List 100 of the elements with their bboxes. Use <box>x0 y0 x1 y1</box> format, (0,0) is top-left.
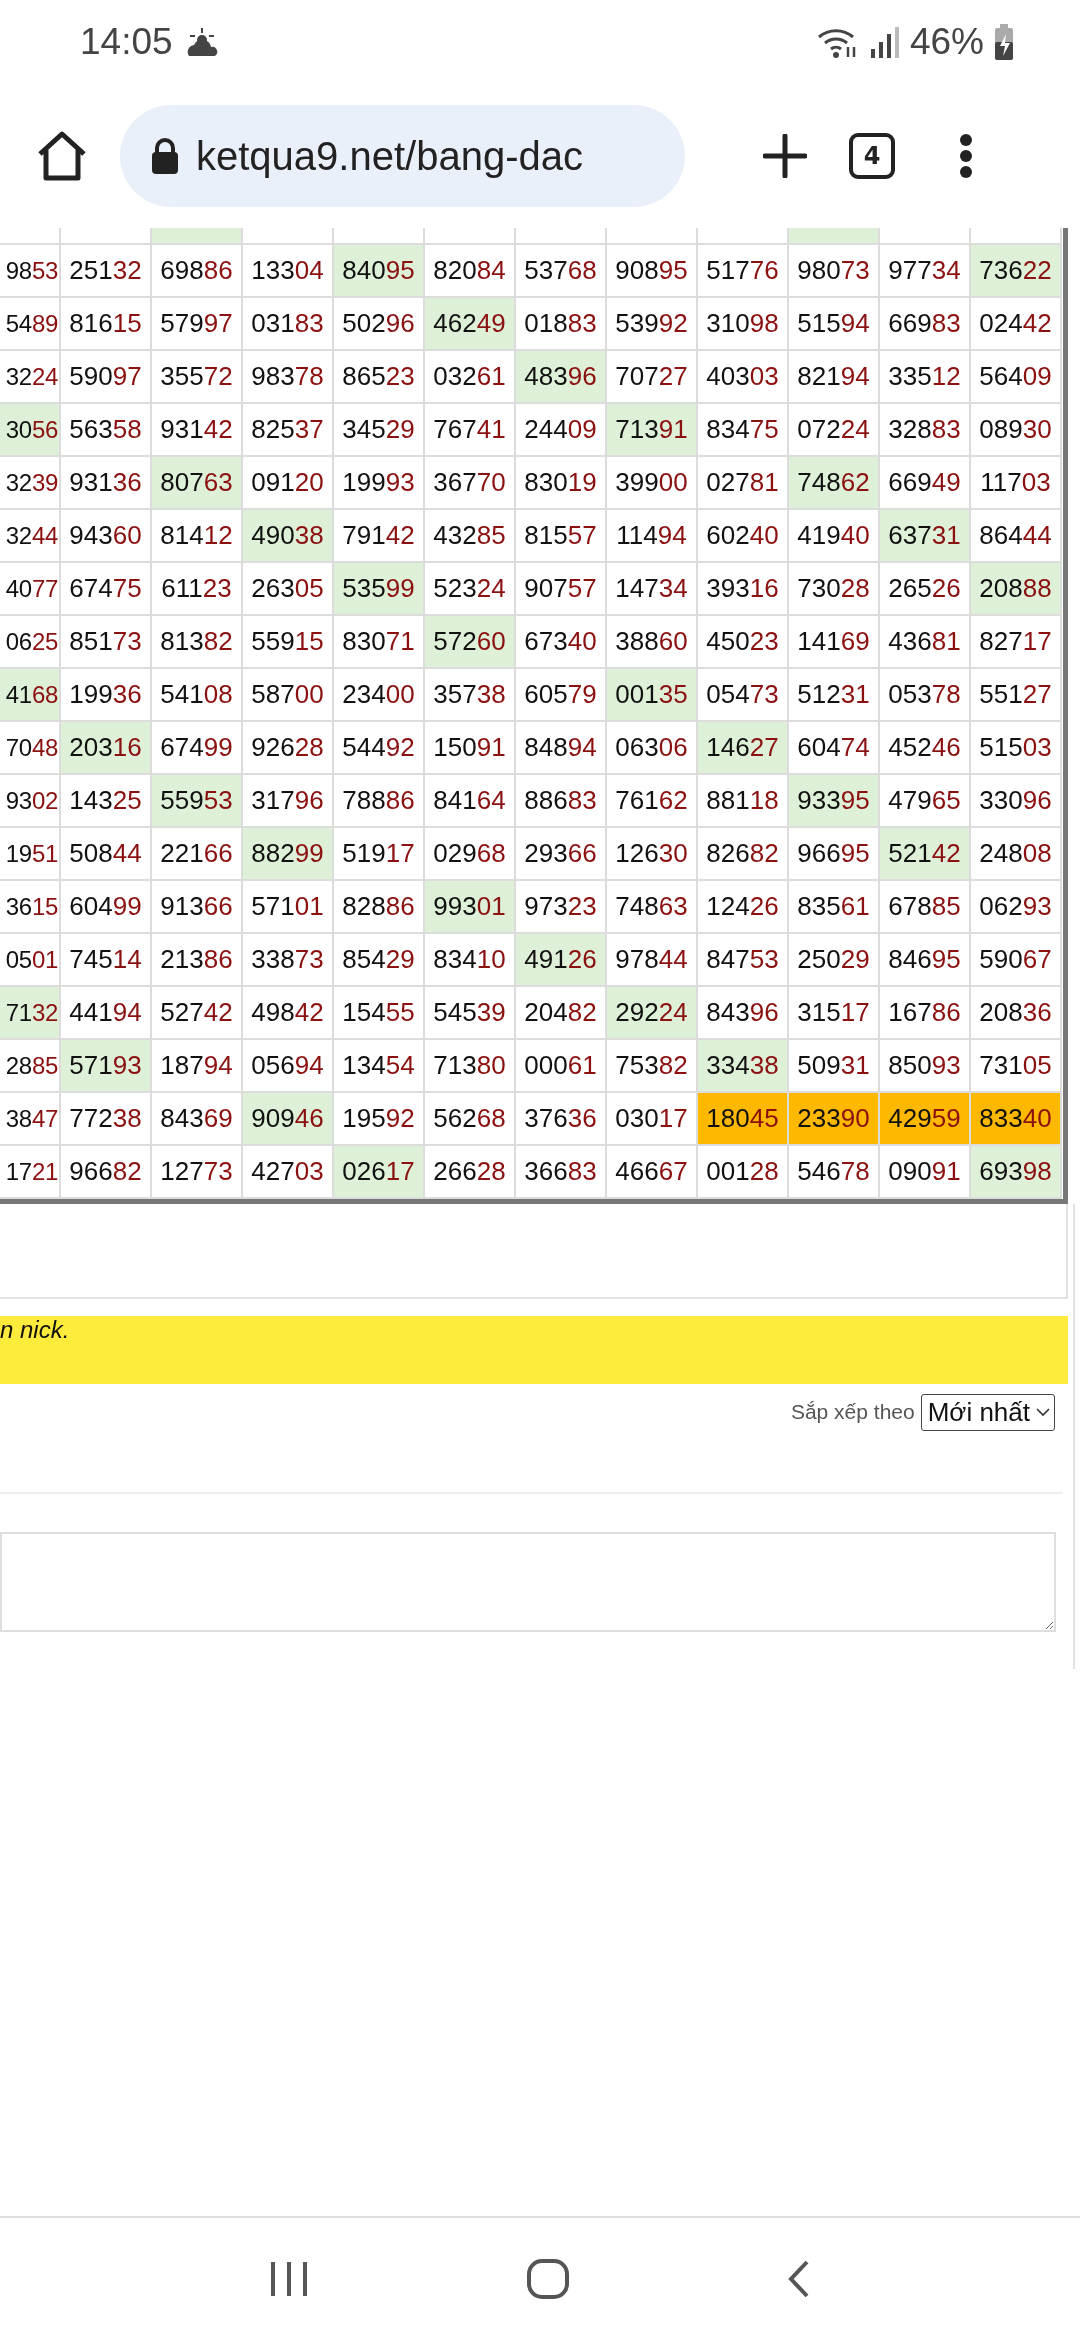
table-cell: 97734 <box>880 245 971 298</box>
table-cell: 32883 <box>880 404 971 457</box>
table-cell: 11703 <box>971 457 1062 510</box>
battery-charging-icon <box>994 24 1014 60</box>
table-cell: 82682 <box>698 828 789 881</box>
table-cell: 55953 <box>152 775 243 828</box>
table-cell: 67340 <box>516 616 607 669</box>
table-cell: 02442 <box>971 298 1062 351</box>
menu-button[interactable] <box>959 133 973 179</box>
table-cell: 56268 <box>425 1093 516 1146</box>
table-cell: 60579 <box>516 669 607 722</box>
table-cell: 50296 <box>334 298 425 351</box>
table-cell: 36683 <box>516 1146 607 1199</box>
table-cell: 15091 <box>425 722 516 775</box>
table-cell: 67885 <box>880 881 971 934</box>
table-cell: 05378 <box>880 669 971 722</box>
table-cell: 03261 <box>425 351 516 404</box>
table-cell: 4077 <box>0 563 61 616</box>
table-cell: 56358 <box>61 404 152 457</box>
table-cell: 39900 <box>607 457 698 510</box>
table-cell: 98073 <box>789 245 880 298</box>
table-cell: 3847 <box>0 1093 61 1146</box>
sort-dropdown[interactable]: Mới nhất <box>920 1393 1055 1431</box>
table-cell: 83019 <box>516 457 607 510</box>
table-cell: 46667 <box>607 1146 698 1199</box>
table-cell: 20888 <box>971 563 1062 616</box>
home-nav-button[interactable] <box>526 2258 570 2300</box>
table-cell: 67475 <box>61 563 152 616</box>
table-cell: 1721 <box>0 1146 61 1199</box>
table-cell: 07224 <box>789 404 880 457</box>
table-cell: 09120 <box>243 457 334 510</box>
plus-icon <box>763 134 807 178</box>
table-cell: 26305 <box>243 563 334 616</box>
table-cell: 00135 <box>607 669 698 722</box>
table-cell: 92628 <box>243 722 334 775</box>
table-cell: 20316 <box>61 722 152 775</box>
table-cell: 00128 <box>698 1146 789 1199</box>
table-cell: 5489 <box>0 298 61 351</box>
table-cell: 53599 <box>334 563 425 616</box>
table-cell: 24808 <box>971 828 1062 881</box>
table-cell: 12426 <box>698 881 789 934</box>
table-cell: 35572 <box>152 351 243 404</box>
signal-icon <box>869 25 900 59</box>
new-tab-button[interactable] <box>763 134 807 178</box>
table-cell: 73622 <box>971 245 1062 298</box>
table-cell: 02968 <box>425 828 516 881</box>
table-cell: 88683 <box>516 775 607 828</box>
table-cell: 36770 <box>425 457 516 510</box>
table-cell: 38860 <box>607 616 698 669</box>
table-cell: 11494 <box>607 510 698 563</box>
table-cell: 74862 <box>789 457 880 510</box>
table-cell: 83561 <box>789 881 880 934</box>
table-cell: 67499 <box>152 722 243 775</box>
table-cell: 9302 <box>0 775 61 828</box>
table-cell: 57260 <box>425 616 516 669</box>
table-cell: 3615 <box>0 881 61 934</box>
table-cell: 31796 <box>243 775 334 828</box>
table-cell: 33512 <box>880 351 971 404</box>
table-cell: 52324 <box>425 563 516 616</box>
table-cell: 85093 <box>880 1040 971 1093</box>
table-cell: 66983 <box>880 298 971 351</box>
table-cell: 15455 <box>334 987 425 1040</box>
table-cell: 56409 <box>971 351 1062 404</box>
table-cell: 42703 <box>243 1146 334 1199</box>
table-cell: 70727 <box>607 351 698 404</box>
address-bar[interactable]: ketqua9.net/bang-dac <box>120 105 685 207</box>
table-cell: 54539 <box>425 987 516 1040</box>
comment-field[interactable] <box>0 1532 1056 1632</box>
table-cell: 09091 <box>880 1146 971 1199</box>
table-cell: 19592 <box>334 1093 425 1146</box>
table-cell: 03183 <box>243 298 334 351</box>
table-cell: 69886 <box>152 245 243 298</box>
table-cell: 7132 <box>0 987 61 1040</box>
table-cell: 05694 <box>243 1040 334 1093</box>
table-cell: 33873 <box>243 934 334 987</box>
table-cell: 3239 <box>0 457 61 510</box>
table-cell: 18045 <box>698 1093 789 1146</box>
table-cell: 42959 <box>880 1093 971 1146</box>
table-cell: 59067 <box>971 934 1062 987</box>
table-cell: 49842 <box>243 987 334 1040</box>
recent-apps-button[interactable] <box>268 2260 309 2298</box>
table-cell: 80763 <box>152 457 243 510</box>
table-cell: 52142 <box>880 828 971 881</box>
table-cell: 21386 <box>152 934 243 987</box>
table-cell: 96682 <box>61 1146 152 1199</box>
table-cell: 82194 <box>789 351 880 404</box>
table-cell: 14169 <box>789 616 880 669</box>
table-cell: 3056 <box>0 404 61 457</box>
tab-switcher-button[interactable]: 4 <box>849 133 895 179</box>
table-cell: 19993 <box>334 457 425 510</box>
table-cell: 20482 <box>516 987 607 1040</box>
table-cell: 59097 <box>61 351 152 404</box>
sort-label: Sắp xếp theo <box>790 1400 915 1424</box>
table-cell: 51231 <box>789 669 880 722</box>
table-cell: 71391 <box>607 404 698 457</box>
table-cell: 90757 <box>516 563 607 616</box>
table-cell: 14734 <box>607 563 698 616</box>
table-cell: 4168 <box>0 669 61 722</box>
home-button[interactable] <box>36 130 88 182</box>
table-cell: 39316 <box>698 563 789 616</box>
